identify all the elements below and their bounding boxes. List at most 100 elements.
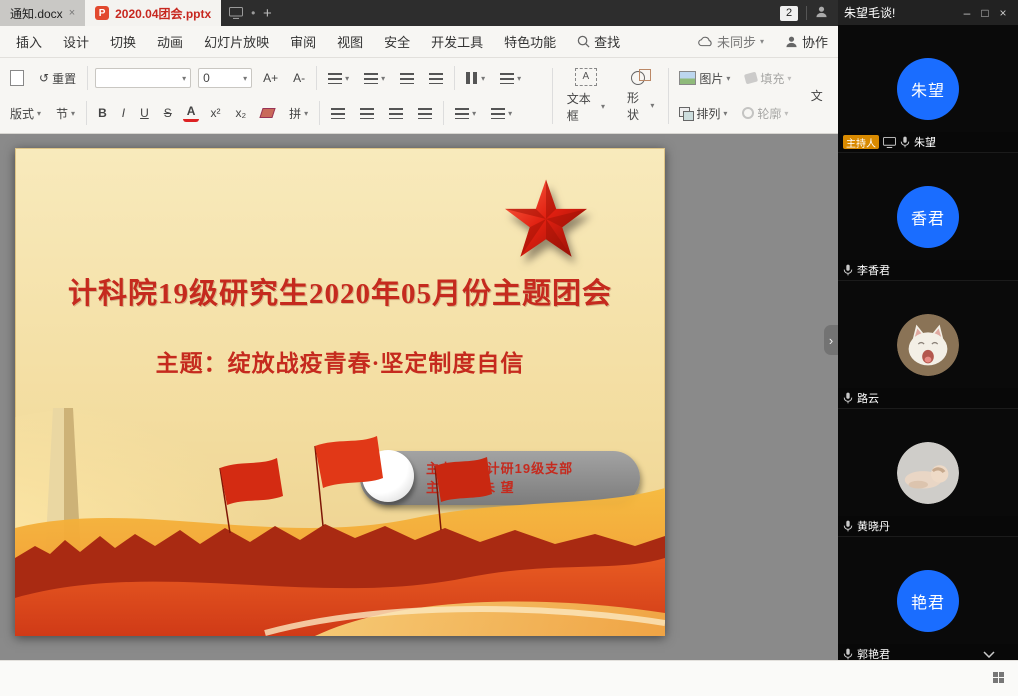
shapes-button[interactable]: 形状▾ [619,62,662,129]
slide-subtitle[interactable]: 主题：绽放战疫青春·坚定制度自信 [15,344,665,378]
search-icon [577,35,590,48]
fill-button[interactable]: 填充▾ [741,68,795,89]
shrink-font-button[interactable]: A- [289,69,309,87]
indent-decrease-icon [400,73,414,84]
paste-button[interactable] [6,68,28,88]
outline-icon [742,107,754,119]
menu-features[interactable]: 特色功能 [504,32,556,51]
paragraph-spacing-button[interactable]: ▾ [451,106,480,121]
justify-button[interactable] [414,106,436,121]
bullets-button[interactable]: ▾ [324,71,353,86]
underline-button[interactable]: U [136,104,153,122]
collaborate-button[interactable]: 协作 [785,32,828,51]
align-center-button[interactable] [356,106,378,121]
picture-button[interactable]: 图片▾ [675,68,734,89]
textbox-button[interactable]: A 文本框▾ [559,62,613,129]
grow-font-button[interactable]: A+ [259,69,282,87]
superscript-button[interactable]: x² [206,104,224,122]
meeting-window: 朱望毛谈! – □ × 朱望 主持人 朱望 香君 李香君 [838,0,1018,660]
participant-name-bar: 黄晓丹 [838,516,1018,536]
participant-name: 李香君 [857,262,890,278]
align-left-button[interactable] [327,106,349,121]
minimize-button[interactable]: – [958,6,976,20]
menu-slideshow[interactable]: 幻灯片放映 [204,32,269,51]
menu-devtools[interactable]: 开发工具 [431,32,483,51]
participant-tile[interactable]: 艳君 郭艳君 [838,537,1018,660]
menu-security[interactable]: 安全 [384,32,410,51]
increase-indent-button[interactable] [425,71,447,86]
text-direction-icon [491,108,505,119]
reset-button[interactable]: ↺ 重置 [35,68,80,89]
mic-icon [900,136,910,148]
menu-bar: 插入 设计 切换 动画 幻灯片放映 审阅 视图 安全 开发工具 特色功能 查找 … [0,26,838,58]
chevron-down-icon[interactable] [983,651,995,658]
participant-name: 黄晓丹 [857,518,890,534]
avatar-initials: 香君 [897,186,959,248]
slide[interactable]: 计科院19级研究生2020年05月份主题团会 主题：绽放战疫青春·坚定制度自信 … [15,148,665,636]
outline-button[interactable]: 轮廓▾ [738,103,792,124]
pinyin-guide-button[interactable]: 拼▾ [285,103,312,124]
numbered-list-icon [364,73,378,84]
tab-doc-notice[interactable]: 通知.docx × [0,0,85,26]
align-right-button[interactable] [385,106,407,121]
screenshare-icon [883,137,896,148]
participant-name: 郭艳君 [857,646,890,660]
columns-button[interactable]: ▾ [462,70,489,86]
decrease-indent-button[interactable] [396,71,418,86]
sync-status-button[interactable]: 未同步 ▾ [698,32,764,51]
bold-button[interactable]: B [94,104,111,122]
clear-format-button[interactable] [257,106,278,120]
participant-tile-host[interactable]: 朱望 主持人 朱望 [838,25,1018,153]
new-tab-button[interactable]: + [255,0,279,26]
paragraph-spacing-icon [455,108,469,119]
text-direction-button[interactable]: ▾ [487,106,516,121]
slide-editor-canvas[interactable]: 计科院19级研究生2020年05月份主题团会 主题：绽放战疫青春·坚定制度自信 … [0,134,838,660]
window-count-badge[interactable]: 2 [780,6,798,21]
red-star-graphic[interactable] [503,176,589,262]
shapes-icon [631,69,651,85]
line-spacing-button[interactable]: ▾ [496,71,525,86]
textbox-icon: A [575,68,597,86]
align-center-icon [360,108,374,119]
slide-title[interactable]: 计科院19级研究生2020年05月份主题团会 [15,270,665,312]
arrange-button[interactable]: 排列▾ [675,103,731,124]
italic-button[interactable]: I [118,104,129,122]
participant-tile[interactable]: 路云 [838,281,1018,409]
tab-ppt-active[interactable]: P 2020.04团会.pptx [85,0,221,26]
font-name-combobox[interactable]: ▾ [95,68,191,88]
subscript-button[interactable]: x₂ [231,104,250,122]
reset-icon: ↺ [39,71,49,85]
participant-name: 路云 [857,390,879,406]
section-button[interactable]: 节▾ [52,103,79,124]
menu-transition[interactable]: 切换 [110,32,136,51]
wps-titlebar: 通知.docx × P 2020.04团会.pptx • + 2 [0,0,838,26]
menu-view[interactable]: 视图 [337,32,363,51]
panel-collapse-handle[interactable]: › [824,325,838,355]
numbering-button[interactable]: ▾ [360,71,389,86]
layout-button[interactable]: 版式▾ [6,103,45,124]
monitor-icon [229,0,243,26]
menu-animation[interactable]: 动画 [157,32,183,51]
participant-tile[interactable]: 黄晓丹 [838,409,1018,537]
maximize-button[interactable]: □ [976,6,994,20]
close-tab-icon[interactable]: × [69,7,75,19]
find-button[interactable]: 查找 [577,32,620,51]
menu-review[interactable]: 审阅 [290,32,316,51]
meeting-titlebar[interactable]: 朱望毛谈! – □ × [838,0,1018,25]
menu-insert[interactable]: 插入 [16,32,42,51]
font-size-combobox[interactable]: 0▾ [198,68,252,88]
columns-icon [466,72,478,84]
apps-grid-icon[interactable] [993,672,1004,683]
text-tool-button[interactable]: 文 [801,62,832,129]
revolutionary-artwork [15,406,665,636]
font-color-button[interactable]: A [183,104,200,122]
participant-tile[interactable]: 香君 李香君 [838,153,1018,281]
line-spacing-icon [500,73,514,84]
host-badge: 主持人 [843,135,879,149]
user-account-icon[interactable] [815,5,828,21]
close-button[interactable]: × [994,6,1012,20]
strikethrough-button[interactable]: S [160,104,176,122]
arrange-icon [679,107,693,119]
indent-increase-icon [429,73,443,84]
menu-design[interactable]: 设计 [63,32,89,51]
